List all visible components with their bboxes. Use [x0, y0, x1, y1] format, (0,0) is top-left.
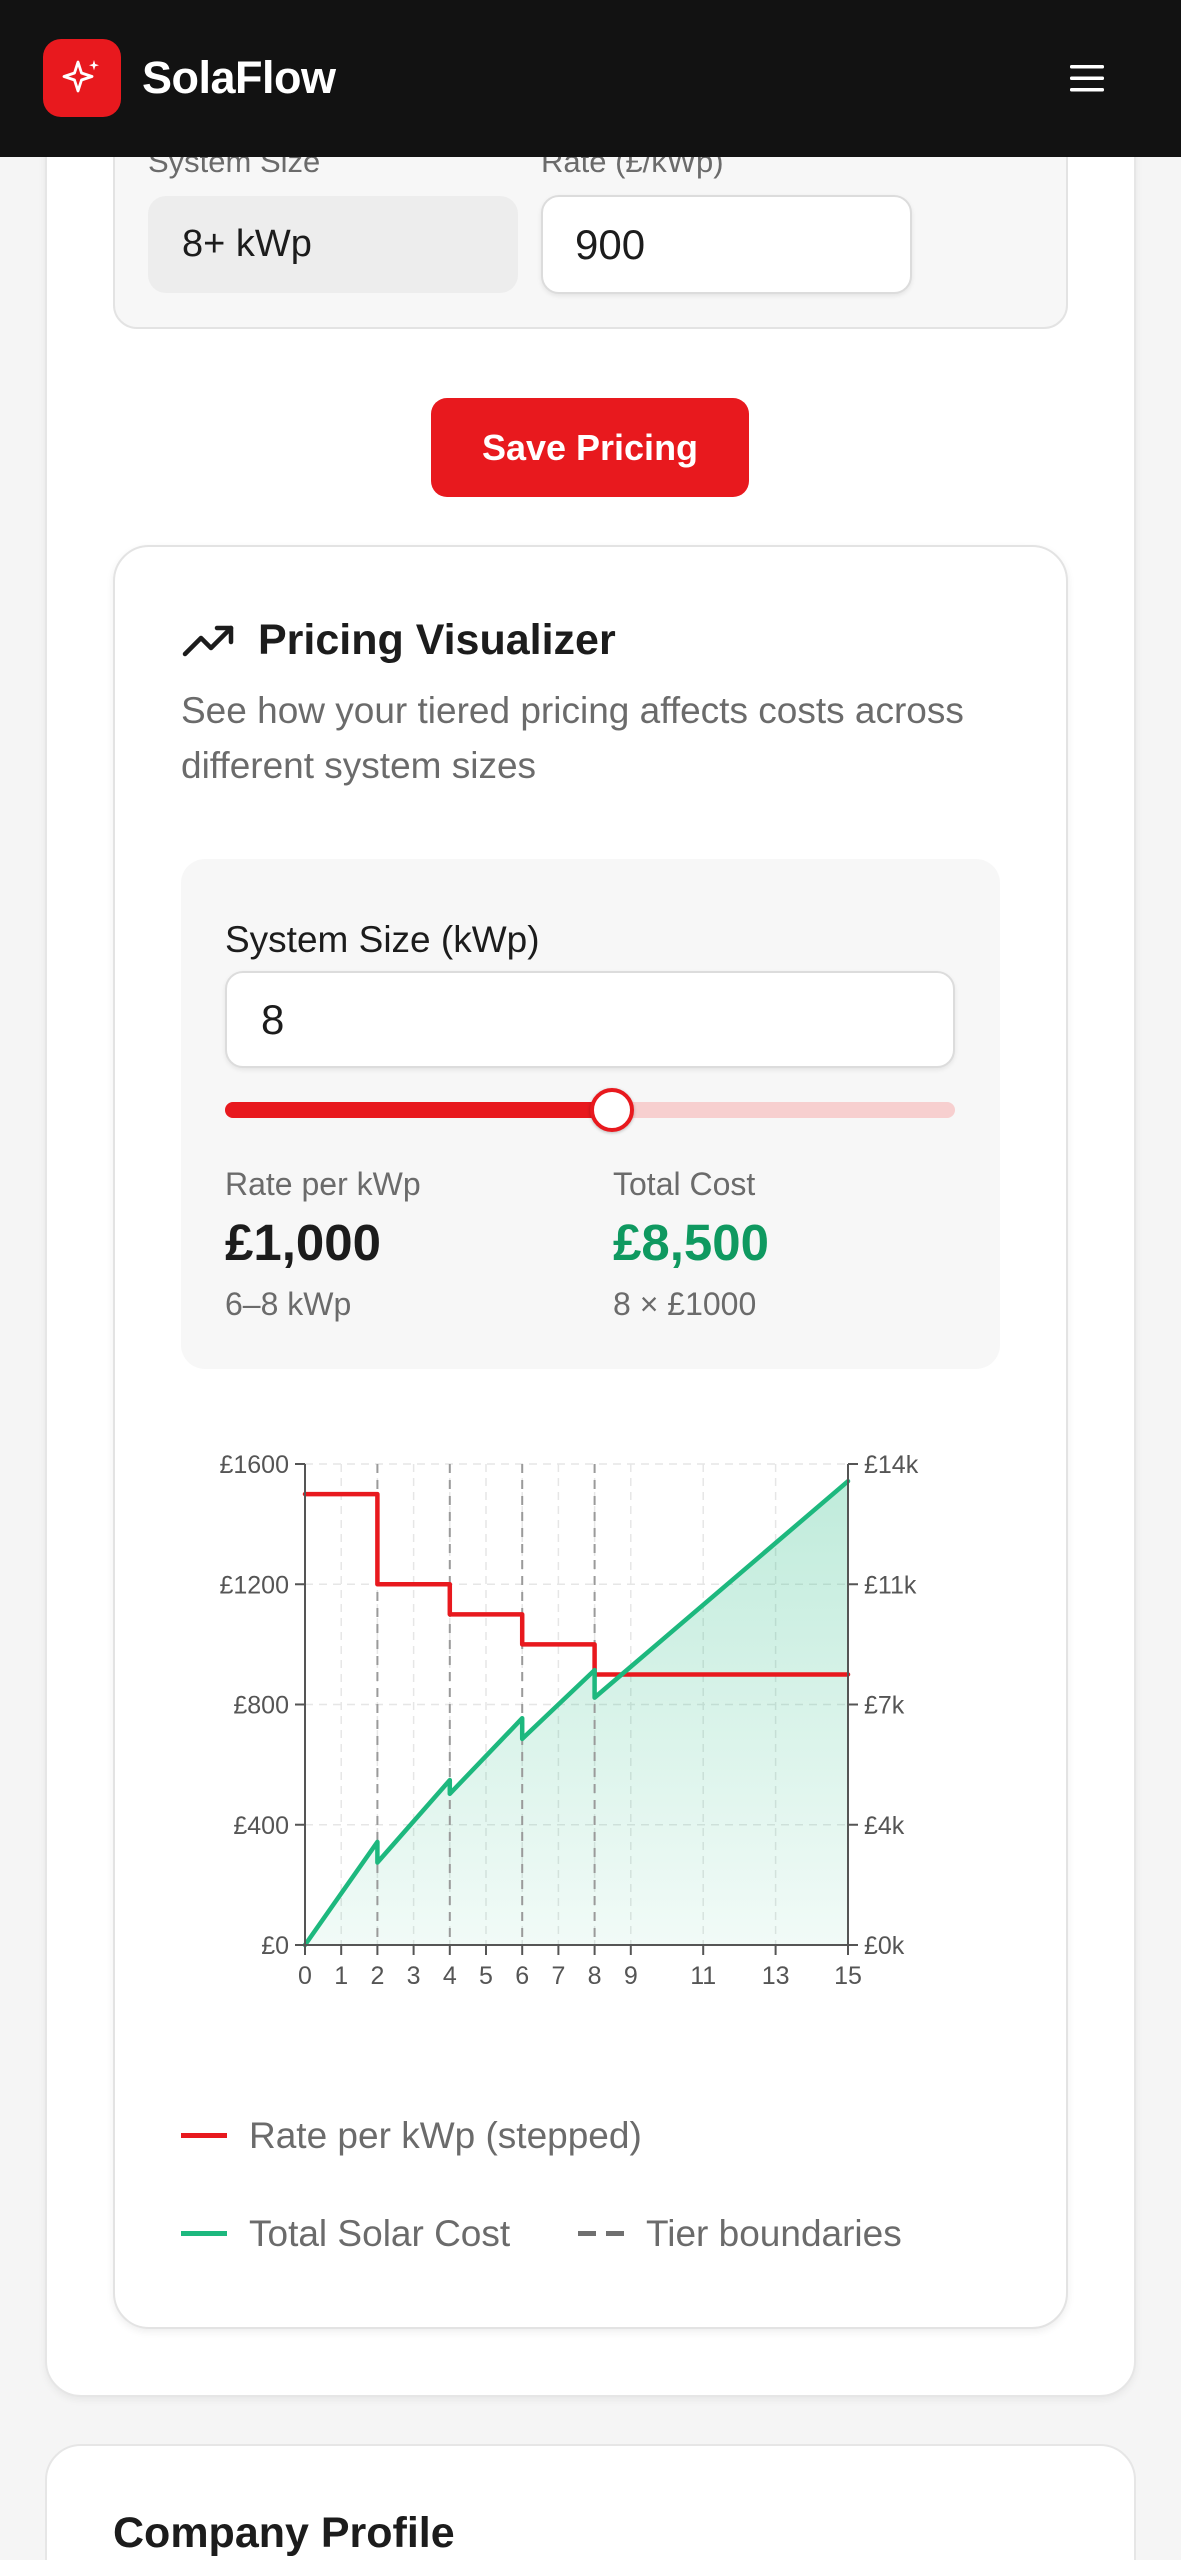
rate-per-kwp-value: £1,000 [225, 1214, 381, 1271]
x-tick-label: 11 [690, 1962, 716, 1990]
page: SolaFlow System Size Rate (£/kWp) 8+ kWp… [0, 0, 1181, 2560]
top-app-bar: SolaFlow [0, 0, 1181, 157]
company-profile-title: Company Profile [113, 2509, 455, 2557]
y-right-tick-label: £4k [864, 1812, 905, 1840]
legend-tier-boundaries-label: Tier boundaries [646, 2213, 902, 2254]
legend-total-cost-swatch [181, 2231, 227, 2236]
system-size-label: System Size (kWp) [225, 919, 540, 960]
y-left-tick-label: £0 [261, 1932, 289, 1960]
y-right-tick-label: £14k [864, 1451, 919, 1479]
y-left-tick-label: £800 [233, 1692, 289, 1720]
x-tick-label: 15 [834, 1962, 862, 1990]
y-left-tick-label: £1600 [219, 1451, 289, 1479]
visualizer-subtitle: See how your tiered pricing affects cost… [181, 690, 964, 786]
app-name: SolaFlow [142, 52, 336, 103]
legend-total-cost-label: Total Solar Cost [249, 2213, 511, 2254]
app-logo[interactable] [43, 39, 121, 117]
legend-tier-boundaries-swatch [578, 2231, 624, 2236]
y-left-tick-label: £1200 [219, 1571, 289, 1599]
x-tick-label: 1 [334, 1962, 348, 1990]
x-tick-label: 5 [479, 1962, 493, 1990]
x-tick-label: 13 [762, 1962, 790, 1990]
x-tick-label: 6 [515, 1962, 529, 1990]
y-right-tick-label: £11k [864, 1571, 917, 1599]
system-size-slider-fill [225, 1102, 612, 1118]
x-tick-label: 7 [551, 1962, 565, 1990]
y-left-tick-label: £400 [233, 1812, 289, 1840]
tier-size-field: 8+ kWp [148, 196, 518, 293]
y-right-tick-label: £0k [864, 1932, 905, 1960]
pricing-chart: 0 1 2 3 4 5 6 7 8 9 11 13 15 £0 £400 £800 £1200 £1600 £0k £… [219, 1451, 919, 1990]
menu-button[interactable] [1050, 50, 1124, 106]
rate-tier-range: 6–8 kWp [225, 1286, 352, 1322]
system-size-input[interactable]: 8 [225, 971, 955, 1068]
rate-per-kwp-label: Rate per kWp [225, 1166, 421, 1202]
total-cost-formula: 8 × £1000 [613, 1286, 757, 1322]
visualizer-title: Pricing Visualizer [258, 616, 616, 664]
total-cost-value: £8,500 [613, 1214, 769, 1271]
x-tick-label: 0 [298, 1962, 312, 1990]
legend-rate-swatch [181, 2133, 227, 2138]
x-tick-label: 8 [588, 1962, 602, 1990]
total-cost-label: Total Cost [613, 1166, 756, 1202]
x-tick-label: 3 [407, 1962, 421, 1990]
legend-rate: Rate per kWp (stepped) [181, 2113, 642, 2159]
y-right-tick-label: £7k [864, 1692, 905, 1720]
legend-rate-label: Rate per kWp (stepped) [249, 2115, 642, 2156]
tier-rate-input[interactable]: 900 [541, 195, 912, 294]
legend-total-cost: Total Solar Cost [181, 2211, 510, 2257]
x-tick-label: 4 [443, 1962, 457, 1990]
save-pricing-button[interactable]: Save Pricing [431, 398, 749, 497]
legend-tier-boundaries: Tier boundaries [578, 2211, 902, 2257]
sparkle-icon [62, 60, 99, 93]
hamburger-menu-icon [1070, 65, 1104, 92]
x-tick-label: 9 [624, 1962, 638, 1990]
system-size-slider-thumb[interactable] [589, 1088, 634, 1132]
trending-up-icon [182, 625, 234, 657]
x-tick-label: 2 [370, 1962, 384, 1990]
